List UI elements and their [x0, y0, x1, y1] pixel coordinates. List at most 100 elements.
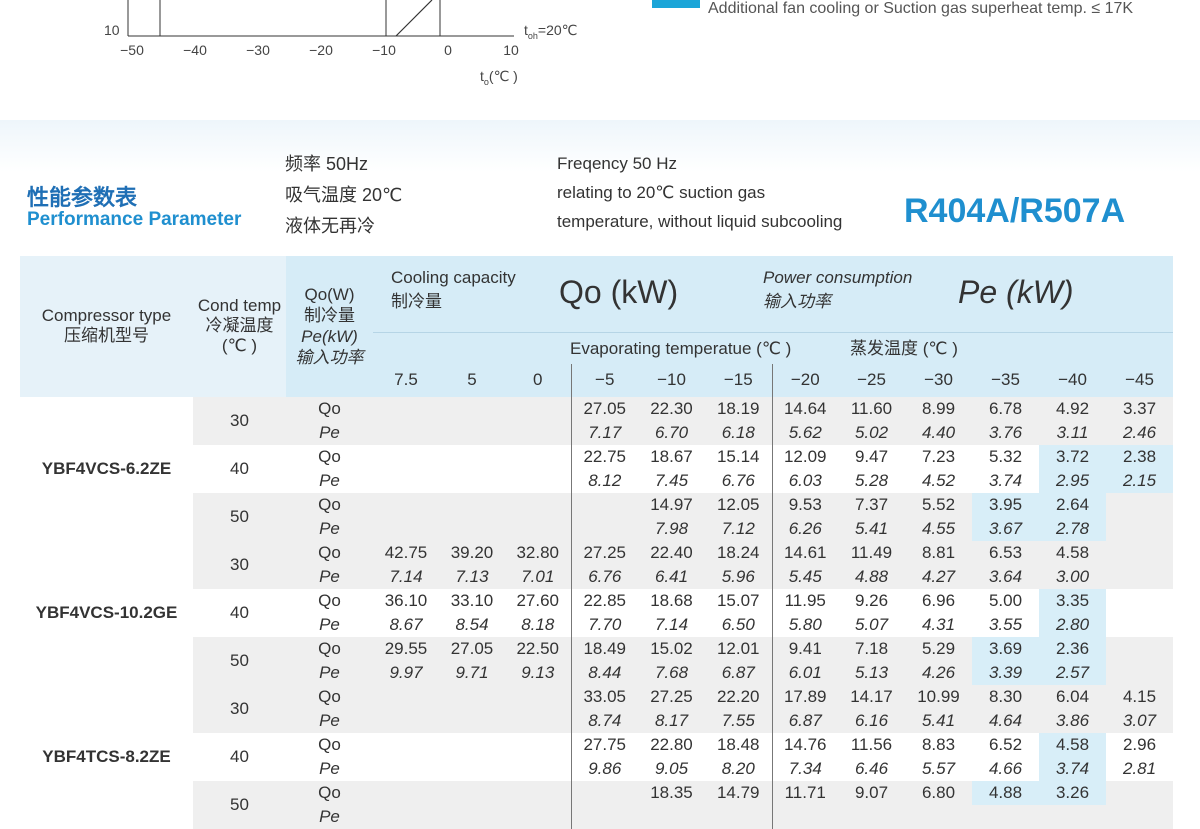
pe-value: 5.41 [838, 516, 905, 541]
qo-value [505, 732, 571, 757]
header-pe-en: Pe(kW) [301, 327, 358, 347]
qo-value [570, 492, 638, 517]
pe-value: 2.81 [1106, 756, 1173, 781]
header-cond-unit: (℃ ) [221, 336, 258, 356]
qo-value: 12.09 [771, 444, 838, 469]
pe-value: 4.64 [972, 708, 1039, 733]
qo-value: 9.47 [838, 444, 905, 469]
condition-cn: 液体无再冷 [285, 216, 375, 236]
pe-value: 5.41 [905, 708, 972, 733]
evap-temp-cell: 5 [439, 363, 505, 397]
qo-value: 22.75 [570, 444, 638, 469]
header-evap-cn: 蒸发温度 (℃ ) [850, 339, 958, 358]
qo-value: 14.97 [638, 492, 705, 517]
qo-value: 11.49 [838, 540, 905, 565]
qo-value: 27.05 [570, 396, 638, 421]
pe-value [1106, 804, 1173, 829]
table-row: 50 Qo 18.35 14.79 11.71 9.07 6.80 4.88 3.26 [20, 780, 1173, 829]
pe-value [838, 804, 905, 829]
pe-value: 8.67 [373, 612, 439, 637]
pe-value: 6.87 [705, 660, 772, 685]
header-compressor-type: Compressor type 压缩机型号 [20, 256, 193, 397]
pe-value: 5.02 [838, 420, 905, 445]
pe-value: 3.86 [1039, 708, 1106, 733]
table-row: YBF4VCS-10.2GE 30 Qo 42.75 39.20 32.80 27.25 22… [20, 540, 1173, 685]
pe-value [439, 756, 505, 781]
qo-value: 14.61 [771, 540, 838, 565]
pe-value: 7.68 [638, 660, 705, 685]
table-row: 50 Qo 14.97 12.05 9.53 7.37 5.52 3.95 2.64 [20, 492, 1173, 541]
qo-value: 4.92 [1039, 396, 1106, 421]
x-axis-label: to(℃ ) [480, 68, 518, 87]
qo-value [505, 780, 571, 805]
qo-value: 11.60 [838, 396, 905, 421]
cond-temp-cell: 40 [193, 588, 286, 637]
evap-temp-cell: −15 [705, 363, 772, 397]
pe-value [373, 516, 439, 541]
qo-value: 8.81 [905, 540, 972, 565]
qo-value: 18.49 [570, 636, 638, 661]
x-tick-label: −20 [309, 42, 333, 58]
pe-value: 7.14 [373, 564, 439, 589]
qo-value: 11.95 [771, 588, 838, 613]
qo-value: 7.23 [905, 444, 972, 469]
qo-label: Qo [286, 444, 373, 469]
section-title-cn: 性能参数表 [27, 185, 138, 210]
pe-value: 6.46 [838, 756, 905, 781]
header-power-block: Power consumption 输入功率 [763, 266, 912, 314]
pe-value: 9.86 [570, 756, 638, 781]
qo-value: 8.99 [905, 396, 972, 421]
pe-value: 2.80 [1039, 612, 1106, 637]
chart-fragment: 10 −50 −40 −30 −20 −10 0 10 toh=20℃ to(℃… [0, 0, 600, 100]
x-tick-label: −50 [120, 42, 144, 58]
pe-value: 3.67 [972, 516, 1039, 541]
pe-value: 6.41 [638, 564, 705, 589]
qo-label: Qo [286, 492, 373, 517]
pe-value [638, 804, 705, 829]
qo-value: 3.26 [1039, 780, 1106, 805]
x-tick-label: −30 [246, 42, 270, 58]
pe-value [373, 708, 439, 733]
pe-value: 6.03 [771, 468, 838, 493]
header-cond-temp: Cond temp 冷凝温度 (℃ ) [193, 256, 286, 397]
pe-value [1039, 804, 1106, 829]
pe-value: 5.07 [838, 612, 905, 637]
qo-value: 2.36 [1039, 636, 1106, 661]
pe-value: 9.13 [505, 660, 571, 685]
qo-value: 22.40 [638, 540, 705, 565]
evap-temp-cell: −40 [1039, 363, 1106, 397]
pe-label: Pe [286, 516, 373, 541]
pe-value: 7.12 [705, 516, 772, 541]
header-capacity-power: Cooling capacity 制冷量 Qo (kW) Power consu… [373, 256, 1173, 333]
qo-value: 27.25 [570, 540, 638, 565]
pe-value: 8.12 [570, 468, 638, 493]
qo-value: 3.69 [972, 636, 1039, 661]
qo-value [373, 396, 439, 421]
legend-swatch [652, 0, 700, 8]
pe-value [1106, 612, 1173, 637]
qo-value: 9.41 [771, 636, 838, 661]
qo-value: 27.75 [570, 732, 638, 757]
pe-value [505, 468, 571, 493]
pe-value: 6.16 [838, 708, 905, 733]
qo-value [373, 444, 439, 469]
pe-value: 6.26 [771, 516, 838, 541]
x-tick-label: 10 [503, 42, 519, 58]
qo-value: 5.29 [905, 636, 972, 661]
qo-value: 8.30 [972, 684, 1039, 709]
table-row: 40 Qo 27.75 22.80 18.48 14.76 11.56 8.83 6.52 4.5… [20, 732, 1173, 781]
pe-value: 7.01 [505, 564, 571, 589]
qo-value: 27.05 [439, 636, 505, 661]
qo-value [505, 444, 571, 469]
pe-value: 6.87 [771, 708, 838, 733]
cond-temp-cell: 50 [193, 492, 286, 541]
section-title-en: Performance Parameter [27, 209, 242, 230]
qo-value: 4.88 [972, 780, 1039, 805]
pe-label: Pe [286, 612, 373, 637]
qo-label: Qo [286, 684, 373, 709]
qo-value [373, 732, 439, 757]
qo-value: 14.79 [705, 780, 772, 805]
x-tick-label: −10 [372, 42, 396, 58]
qo-value: 15.07 [705, 588, 772, 613]
toh-label: toh=20℃ [524, 22, 578, 41]
